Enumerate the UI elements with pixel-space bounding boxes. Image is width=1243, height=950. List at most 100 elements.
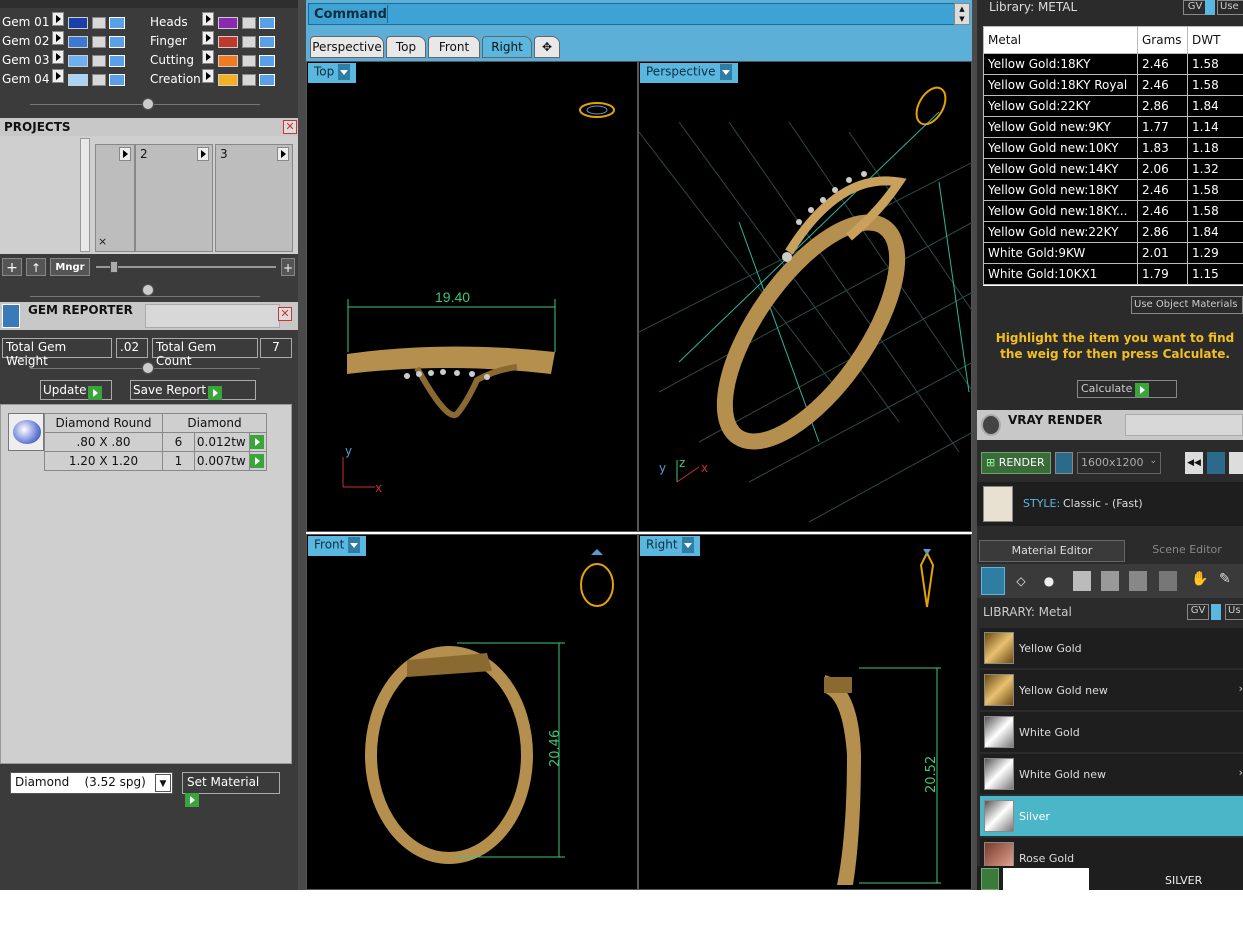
material-select[interactable]: Diamond (3.52 spg) ▼ xyxy=(10,772,173,794)
layer-color[interactable] xyxy=(67,54,88,67)
play-icon[interactable] xyxy=(52,69,64,83)
previous-icon[interactable]: ◀◀ xyxy=(1185,452,1203,474)
add-tab-icon[interactable]: ✥ xyxy=(534,36,560,58)
material-layer-row[interactable]: Cutting xyxy=(150,50,290,69)
gem-layer-row[interactable]: Gem 02 xyxy=(2,31,136,50)
play-icon[interactable] xyxy=(52,50,64,64)
gem-layer-row[interactable]: Gem 01 xyxy=(2,12,136,31)
settings-icon[interactable] xyxy=(1055,452,1073,474)
collapse-toggle-icon[interactable] xyxy=(142,362,154,374)
table-row[interactable]: Yellow Gold:18KY Royal 2.46 1.58 xyxy=(983,74,1243,96)
play-icon[interactable] xyxy=(249,454,264,469)
material-item[interactable]: Yellow Gold new › xyxy=(980,670,1243,710)
project-slot-2[interactable]: 2 xyxy=(135,144,213,252)
set-material-button[interactable]: Set Material xyxy=(182,772,280,807)
gv-toggle[interactable] xyxy=(1205,0,1215,15)
texture-icon[interactable] xyxy=(1101,571,1119,591)
lock-icon[interactable] xyxy=(241,35,256,48)
material-item[interactable]: Silver xyxy=(980,796,1243,836)
metal-icon[interactable] xyxy=(981,567,1005,595)
lock-icon[interactable] xyxy=(91,16,106,29)
viewport-right[interactable]: Right 20.52 xyxy=(638,534,972,890)
layer-color[interactable] xyxy=(217,35,238,48)
viewport-perspective[interactable]: Perspective y z x xyxy=(638,61,973,532)
gv-button[interactable]: GV xyxy=(1187,604,1209,620)
layer-color[interactable] xyxy=(67,73,88,86)
gv-button[interactable]: GV xyxy=(1183,0,1207,15)
render-button[interactable]: ⊞ RENDER xyxy=(981,452,1051,474)
layer-color[interactable] xyxy=(67,35,88,48)
gem-layer-row[interactable]: Gem 03 xyxy=(2,50,136,69)
lock-icon[interactable] xyxy=(91,54,106,67)
play-icon[interactable] xyxy=(249,435,264,450)
chevron-right-icon[interactable]: › xyxy=(1239,682,1243,695)
lock-icon[interactable] xyxy=(241,73,256,86)
use-object-materials-button[interactable]: Use Object Materials xyxy=(1131,296,1243,314)
update-button[interactable]: Update xyxy=(40,380,112,400)
visibility-icon[interactable] xyxy=(259,54,276,67)
frame-buffer-icon[interactable] xyxy=(1207,452,1225,474)
up-arrow-icon[interactable]: ↑ xyxy=(26,258,46,276)
material-item[interactable]: Yellow Gold xyxy=(980,628,1243,668)
layer-color[interactable] xyxy=(67,16,88,29)
sphere-icon[interactable]: ● xyxy=(1037,567,1061,595)
visibility-icon[interactable] xyxy=(259,35,276,48)
tab-front[interactable]: Front xyxy=(428,36,480,58)
style-row[interactable]: STYLE: Classic - (Fast) xyxy=(977,482,1243,526)
table-row[interactable]: Yellow Gold new:9KY 1.77 1.14 xyxy=(983,116,1243,138)
play-icon[interactable] xyxy=(52,12,64,26)
play-icon[interactable] xyxy=(202,50,214,64)
material-item[interactable]: White Gold xyxy=(980,712,1243,752)
gem-reporter-close-icon[interactable]: ✕ xyxy=(278,307,292,321)
use-button[interactable]: Us xyxy=(1225,604,1243,620)
material-item[interactable]: White Gold new › xyxy=(980,754,1243,794)
lock-icon[interactable] xyxy=(91,73,106,86)
table-row[interactable]: 1.20 X 1.20 1 0.007tw xyxy=(44,451,268,471)
chevron-right-icon[interactable]: › xyxy=(1239,766,1243,779)
table-row[interactable]: .80 X .80 6 0.012tw xyxy=(44,432,268,452)
table-row[interactable]: White Gold:10KX1 1.79 1.15 xyxy=(983,263,1243,285)
lock-icon[interactable] xyxy=(241,16,256,29)
gem-icon[interactable]: ◇ xyxy=(1009,567,1033,595)
play-icon[interactable] xyxy=(202,31,214,45)
play-icon[interactable] xyxy=(52,31,64,45)
layer-color[interactable] xyxy=(217,73,238,86)
chevron-down-icon[interactable]: ⌄ xyxy=(1149,456,1157,466)
visibility-icon[interactable] xyxy=(259,73,276,86)
layer-color[interactable] xyxy=(217,16,238,29)
tool-icon[interactable]: ✎ xyxy=(1219,571,1237,591)
plus-icon[interactable]: + xyxy=(281,258,295,276)
splitter[interactable] xyxy=(298,0,306,890)
play-icon[interactable] xyxy=(202,12,214,26)
use-button[interactable]: Use xyxy=(1217,0,1243,15)
play-icon[interactable] xyxy=(197,147,209,161)
lock-icon[interactable] xyxy=(241,54,256,67)
viewport-top[interactable]: Top 19.40 y x xyxy=(306,61,638,532)
material-layer-row[interactable]: Finger xyxy=(150,31,290,50)
visibility-icon[interactable] xyxy=(109,73,126,86)
visibility-icon[interactable] xyxy=(259,16,276,29)
table-row[interactable]: Yellow Gold:22KY 2.86 1.84 xyxy=(983,95,1243,117)
tab-top[interactable]: Top xyxy=(386,36,426,58)
delete-icon[interactable]: ⨯ xyxy=(98,235,107,248)
hand-icon[interactable]: ✋ xyxy=(1191,571,1209,591)
material-layer-row[interactable]: Creation xyxy=(150,69,290,88)
projects-close-icon[interactable]: ✕ xyxy=(283,120,297,134)
slider-thumb[interactable] xyxy=(110,261,118,273)
tab-perspective[interactable]: Perspective xyxy=(310,36,384,58)
zoom-slider[interactable] xyxy=(96,266,276,268)
noise-icon[interactable] xyxy=(1159,571,1177,591)
play-icon[interactable] xyxy=(119,147,131,161)
project-slot-3[interactable]: 3 xyxy=(215,144,293,252)
tab-right[interactable]: Right xyxy=(482,36,532,58)
add-icon[interactable]: + xyxy=(2,258,22,276)
calculate-button[interactable]: Calculate xyxy=(1077,380,1177,398)
pattern-icon[interactable] xyxy=(1129,571,1147,591)
table-row[interactable]: Yellow Gold new:22KY 2.86 1.84 xyxy=(983,221,1243,243)
play-icon[interactable] xyxy=(202,69,214,83)
collapse-toggle-icon[interactable] xyxy=(142,98,154,110)
projects-scrollbar[interactable] xyxy=(80,138,90,252)
tab-material-editor[interactable]: Material Editor xyxy=(979,540,1125,562)
visibility-icon[interactable] xyxy=(109,16,126,29)
list-icon[interactable] xyxy=(1229,452,1243,474)
